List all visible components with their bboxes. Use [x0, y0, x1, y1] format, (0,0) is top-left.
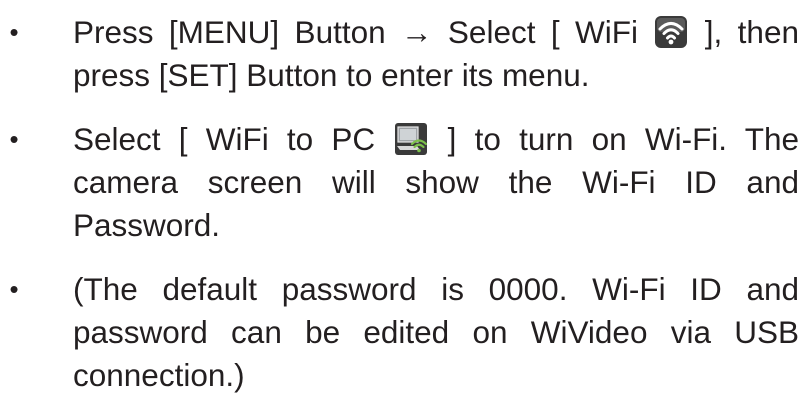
bullet: •: [9, 274, 19, 304]
instruction-text-pre: Press [MENU] Button → Select [ WiFi: [73, 14, 654, 50]
bullet: •: [9, 124, 19, 154]
instruction-item-wifi-to-pc: • Select [ WiFi to PC ] to turn on Wi-Fi…: [0, 118, 811, 247]
bullet: •: [9, 17, 19, 47]
instruction-item-default-password: • (The default password is 0000. Wi-Fi I…: [0, 268, 811, 397]
instruction-list: • Press [MENU] Button → Select [ WiFi ],…: [0, 0, 811, 397]
instruction-item-wifi-menu: • Press [MENU] Button → Select [ WiFi ],…: [0, 11, 811, 97]
wifi-to-pc-icon: [394, 122, 428, 156]
instruction-text: (The default password is 0000. Wi-Fi ID …: [73, 271, 799, 393]
wifi-icon: [654, 15, 688, 49]
instruction-text-pre: Select [ WiFi to PC: [73, 121, 394, 157]
